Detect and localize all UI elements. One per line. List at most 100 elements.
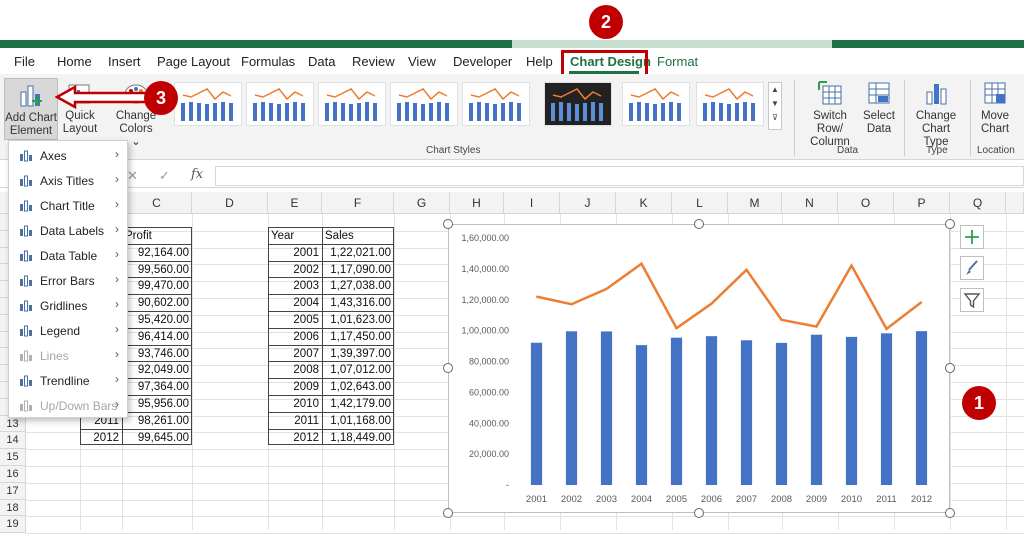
sales-cell[interactable]: 1,27,038.00 xyxy=(322,278,394,295)
row-header[interactable]: 16 xyxy=(0,466,26,483)
menu-item-axis-titles[interactable]: Axis Titles › xyxy=(9,168,129,193)
tab-page-layout[interactable]: Page Layout xyxy=(157,54,230,69)
menu-item-data-labels[interactable]: Data Labels › xyxy=(9,218,129,243)
tab-view[interactable]: View xyxy=(408,54,436,69)
chart-style-thumb[interactable] xyxy=(174,82,242,126)
resize-handle[interactable] xyxy=(443,363,453,373)
tab-home[interactable]: Home xyxy=(57,54,92,69)
menu-item-data-table[interactable]: Data Table › xyxy=(9,243,129,268)
combo-chart[interactable]: - 20,000.00 40,000.00 60,000.00 80,000.00 1,0… xyxy=(448,224,950,513)
column-header-c[interactable]: C xyxy=(122,192,192,214)
insert-function-icon[interactable]: fx xyxy=(191,167,203,182)
profit-cell[interactable]: 99,645.00 xyxy=(122,430,192,447)
sales-cell[interactable]: 1,22,021.00 xyxy=(322,245,394,262)
year-cell[interactable]: 2007 xyxy=(268,346,322,363)
profit-cell[interactable]: 99,470.00 xyxy=(122,278,192,295)
profit-cell[interactable]: 95,420.00 xyxy=(122,312,192,329)
chart-style-thumb[interactable] xyxy=(622,82,690,126)
sales-cell[interactable]: 1,39,397.00 xyxy=(322,346,394,363)
row-header[interactable]: 17 xyxy=(0,482,26,500)
resize-handle[interactable] xyxy=(694,508,704,518)
column-header-n[interactable]: N xyxy=(782,192,838,214)
tab-insert[interactable]: Insert xyxy=(108,54,141,69)
profit-cell[interactable]: 99,560.00 xyxy=(122,262,192,279)
sales-cell[interactable]: 1,18,449.00 xyxy=(322,430,394,447)
year-cell[interactable]: 2001 xyxy=(268,245,322,262)
bar-mark[interactable] xyxy=(530,342,543,485)
menu-item-trendline[interactable]: Trendline › xyxy=(9,368,129,393)
menu-item-gridlines[interactable]: Gridlines › xyxy=(9,293,129,318)
year-cell[interactable]: 2004 xyxy=(268,295,322,312)
chart-style-thumb[interactable] xyxy=(390,82,458,126)
bar-mark[interactable] xyxy=(775,342,788,485)
bar-mark[interactable] xyxy=(565,331,578,485)
move-chart-button[interactable]: Move Chart xyxy=(974,80,1016,136)
column-header-i[interactable]: I xyxy=(504,192,560,214)
tab-help[interactable]: Help xyxy=(526,54,553,69)
column-header-e[interactable]: E xyxy=(268,192,322,214)
resize-handle[interactable] xyxy=(443,508,453,518)
resize-handle[interactable] xyxy=(443,219,453,229)
sales-cell[interactable]: 1,43,316.00 xyxy=(322,295,394,312)
column-header-m[interactable]: M xyxy=(728,192,782,214)
resize-handle[interactable] xyxy=(694,219,704,229)
chart-style-thumb-dark[interactable] xyxy=(544,82,612,126)
profit-cell[interactable]: 93,746.00 xyxy=(122,346,192,363)
tab-developer[interactable]: Developer xyxy=(453,54,512,69)
year-cell[interactable]: 2009 xyxy=(268,379,322,396)
year-cell[interactable]: 2005 xyxy=(268,312,322,329)
switch-row-column-button[interactable]: Switch Row/ Column xyxy=(800,80,860,149)
tab-data[interactable]: Data xyxy=(308,54,335,69)
year-cell[interactable]: 2012 xyxy=(268,430,322,447)
chart-styles-scroll[interactable]: ▲ ▼ ⊽ xyxy=(768,82,782,130)
bar-mark[interactable] xyxy=(810,334,823,485)
bar-mark[interactable] xyxy=(670,337,683,485)
row-header[interactable]: 14 xyxy=(0,432,26,450)
chart-style-thumb[interactable] xyxy=(462,82,530,126)
bar-mark[interactable] xyxy=(705,336,718,485)
year-cell[interactable]: 2010 xyxy=(268,396,322,413)
chart-filters-button[interactable] xyxy=(960,288,984,312)
menu-item-legend[interactable]: Legend › xyxy=(9,318,129,343)
row-header[interactable]: 15 xyxy=(0,449,26,466)
sales-cell[interactable]: 1,01,623.00 xyxy=(322,312,394,329)
add-chart-element-button[interactable]: Add Chart Element ⌄ xyxy=(4,78,58,150)
profit-cell[interactable]: 92,049.00 xyxy=(122,362,192,379)
tab-review[interactable]: Review xyxy=(352,54,395,69)
row-header[interactable]: 19 xyxy=(0,516,26,534)
profit-cell[interactable]: 92,164.00 xyxy=(122,245,192,262)
row-header[interactable]: 18 xyxy=(0,499,26,517)
profit-cell[interactable]: 96,414.00 xyxy=(122,329,192,346)
tab-formulas[interactable]: Formulas xyxy=(241,54,295,69)
bar-mark[interactable] xyxy=(915,331,928,485)
sales-cell[interactable]: 1,07,012.00 xyxy=(322,362,394,379)
row-header[interactable]: 13 xyxy=(0,415,26,433)
resize-handle[interactable] xyxy=(945,508,955,518)
profit-cell[interactable]: 95,956.00 xyxy=(122,396,192,413)
select-data-button[interactable]: Select Data xyxy=(860,80,898,136)
profit-year-cell[interactable]: 2012 xyxy=(80,430,122,447)
chart-styles-button[interactable] xyxy=(960,256,984,280)
column-header-g[interactable]: G xyxy=(394,192,450,214)
bar-mark[interactable] xyxy=(845,336,858,485)
chart-style-thumb[interactable] xyxy=(318,82,386,126)
change-chart-type-button[interactable]: Change Chart Type xyxy=(908,80,964,149)
column-header[interactable] xyxy=(1006,192,1024,214)
column-header-q[interactable]: Q xyxy=(950,192,1006,214)
year-cell[interactable]: 2006 xyxy=(268,329,322,346)
profit-header[interactable]: Profit xyxy=(125,228,152,245)
menu-item-chart-title[interactable]: Chart Title › xyxy=(9,193,129,218)
column-header-j[interactable]: J xyxy=(560,192,616,214)
sales-cell[interactable]: 1,02,643.00 xyxy=(322,379,394,396)
profit-cell[interactable]: 98,261.00 xyxy=(122,413,192,430)
column-header-l[interactable]: L xyxy=(672,192,728,214)
resize-handle[interactable] xyxy=(945,363,955,373)
line-series[interactable] xyxy=(536,261,923,331)
tab-file[interactable]: File xyxy=(14,54,35,69)
formula-input[interactable] xyxy=(215,166,1024,186)
sales-cell[interactable]: 1,01,168.00 xyxy=(322,413,394,430)
bar-mark[interactable] xyxy=(635,345,648,485)
column-header-k[interactable]: K xyxy=(616,192,672,214)
enter-formula-icon[interactable]: ✓ xyxy=(159,168,170,184)
chart-style-thumb[interactable] xyxy=(696,82,764,126)
